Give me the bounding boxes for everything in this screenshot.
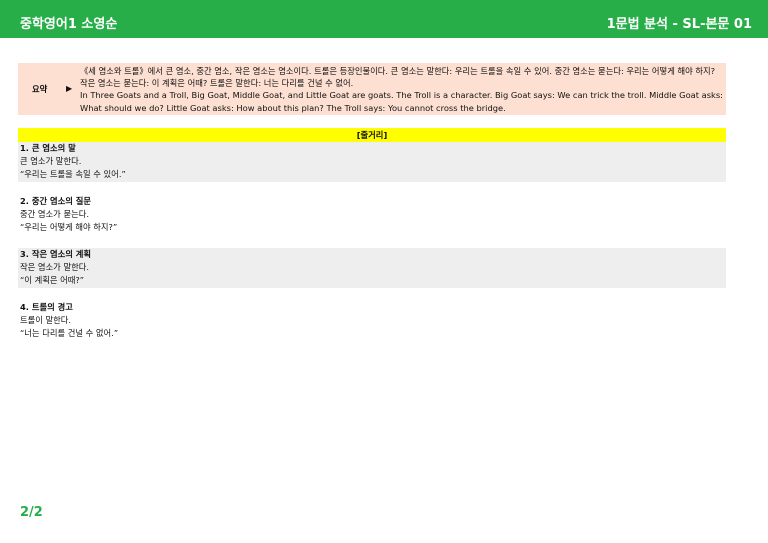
section-line: “우리는 트롤을 속일 수 있어.” [20,169,126,179]
section-title: 4. 트롤의 경고 [20,302,73,312]
summary-english: In Three Goats and a Troll, Big Goat, Mi… [80,90,723,113]
section-line: “우리는 어떻게 해야 하지?” [20,222,118,232]
section-line: 트롤이 말한다. [20,315,72,325]
section-line: “너는 다리를 건널 수 없어.” [20,328,119,338]
story-section-2: 2. 중간 염소의 질문 중간 염소가 묻는다. “우리는 어떻게 해야 하지?… [18,195,726,235]
story-section-1: 1. 큰 염소의 말 큰 염소가 말한다. “우리는 트롤을 속일 수 있어.” [18,142,726,182]
summary-box: 요약 ▶ 《세 염소와 트롤》에서 큰 염소, 중간 염소, 작은 염소는 염소… [18,63,726,115]
summary-korean: 《세 염소와 트롤》에서 큰 염소, 중간 염소, 작은 염소는 염소이다. 트… [80,66,716,89]
header-right-title: 1문법 분석 - SL-본문 01 [606,17,752,32]
section-title: 1. 큰 염소의 말 [20,143,76,153]
section-title: 3. 작은 염소의 계획 [20,249,92,259]
page-header: 중학영어1 소영순 1문법 분석 - SL-본문 01 [0,0,768,38]
play-arrow-icon: ▶ [66,84,73,93]
story-section-4: 4. 트롤의 경고 트롤이 말한다. “너는 다리를 건널 수 없어.” [18,301,726,341]
section-line: 큰 염소가 말한다. [20,156,82,166]
summary-label: 요약 [32,84,48,94]
section-title: 2. 중간 염소의 질문 [20,196,92,206]
section-line: 작은 염소가 말한다. [20,262,89,272]
storyline-heading: [줄거리] [18,128,726,142]
summary-text: 《세 염소와 트롤》에서 큰 염소, 중간 염소, 작은 염소는 염소이다. 트… [80,65,724,114]
header-left-title: 중학영어1 소영순 [20,17,118,32]
story-section-3: 3. 작은 염소의 계획 작은 염소가 말한다. “이 계획은 어때?” [18,248,726,288]
section-line: 중간 염소가 묻는다. [20,209,89,219]
page-number: 2/2 [20,505,43,520]
section-line: “이 계획은 어때?” [20,275,85,285]
